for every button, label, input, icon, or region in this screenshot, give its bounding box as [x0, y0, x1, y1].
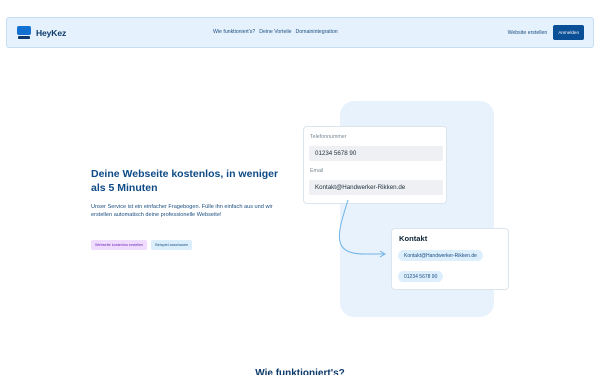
- logo-text: HeyKez: [36, 27, 67, 38]
- hero-title: Deine Webseite kostenlos, in weniger als…: [91, 168, 279, 194]
- logo-icon: [17, 26, 31, 39]
- phone-field: 01234 5678 90: [309, 146, 443, 161]
- contact-email-pill: Kontakt@Handwerker-Rikken.de: [398, 250, 483, 261]
- nav-actions: Website erstellen Anmelden: [508, 25, 584, 40]
- hero-description: Unser Service ist ein einfacher Fragebog…: [91, 204, 273, 218]
- email-field-label: Email: [310, 168, 324, 174]
- section-heading: Wie funktioniert's?: [255, 368, 345, 375]
- email-field: Kontakt@Handwerker-Rikken.de: [309, 180, 443, 195]
- contact-phone-pill: 01234 5678 90: [398, 271, 444, 282]
- nav-links: Wie funktioniert's? Deine Vorteile Domai…: [213, 29, 338, 35]
- contact-title: Kontakt: [399, 234, 428, 243]
- nav-link-benefits[interactable]: Deine Vorteile: [259, 29, 291, 35]
- contact-preview-card: Kontakt Kontakt@Handwerker-Rikken.de 012…: [391, 228, 509, 290]
- nav-link-domain-integration[interactable]: Domainintegration: [296, 29, 338, 35]
- view-example-button[interactable]: Beispiel anschauen: [151, 240, 193, 250]
- form-to-contact-connector: [339, 199, 386, 258]
- logo[interactable]: HeyKez: [17, 26, 66, 39]
- questionnaire-form-card: Telefonnummer 01234 5678 90 Email Kontak…: [303, 126, 447, 204]
- create-website-link[interactable]: Website erstellen: [508, 30, 548, 36]
- top-navbar: HeyKez Wie funktioniert's? Deine Vorteil…: [6, 17, 594, 48]
- phone-field-label: Telefonnummer: [310, 134, 347, 140]
- create-website-free-button[interactable]: Webseite kostenlos erstellen: [91, 240, 148, 250]
- login-button[interactable]: Anmelden: [553, 25, 584, 40]
- nav-link-how-it-works[interactable]: Wie funktioniert's?: [213, 29, 255, 35]
- hero-cta-row: Webseite kostenlos erstellen Beispiel an…: [91, 240, 193, 250]
